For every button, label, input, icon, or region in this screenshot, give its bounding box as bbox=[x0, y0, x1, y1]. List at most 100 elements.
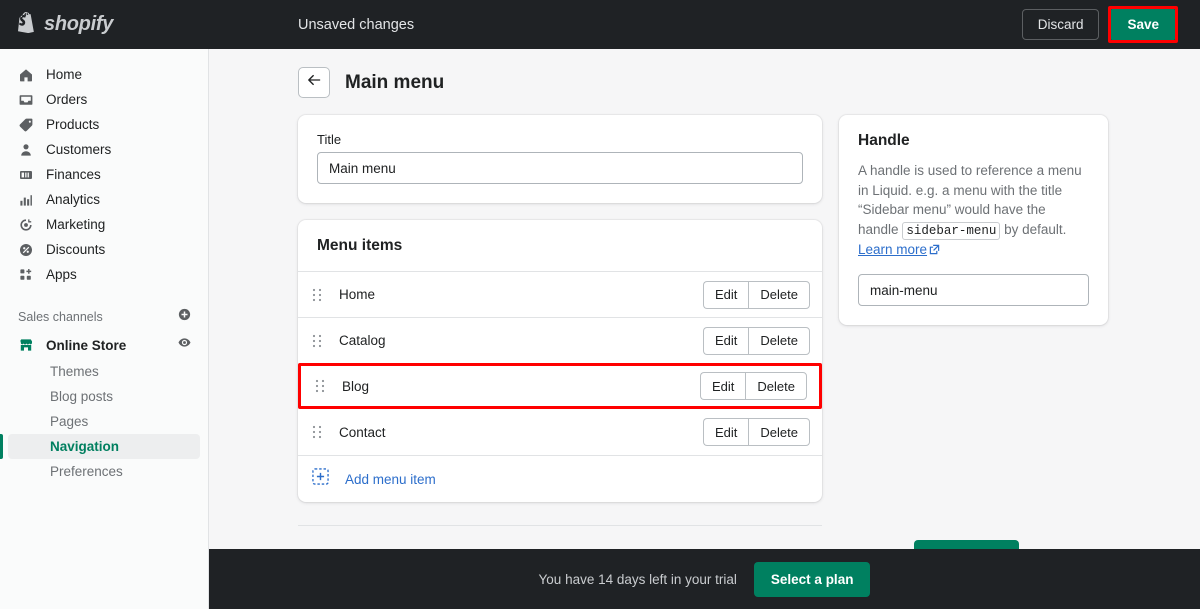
sidebar-item-apps[interactable]: Apps bbox=[8, 262, 200, 287]
save-button[interactable]: Save bbox=[1111, 9, 1175, 40]
shopify-wordmark: shopify bbox=[44, 13, 113, 36]
sidebar-item-label: Home bbox=[46, 67, 82, 82]
menu-items-title: Menu items bbox=[317, 237, 803, 255]
drag-handle-icon[interactable] bbox=[312, 288, 322, 302]
sidebar-item-label: Preferences bbox=[50, 464, 123, 479]
sidebar-item-marketing[interactable]: Marketing bbox=[8, 212, 200, 237]
learn-more-link[interactable]: Learn more bbox=[858, 242, 927, 257]
drag-handle-icon[interactable] bbox=[312, 425, 322, 439]
delete-button[interactable]: Delete bbox=[748, 327, 810, 355]
shopify-admin-window: shopify Unsaved changes Discard Save Hom… bbox=[0, 0, 1200, 609]
table-row: Contact Edit Delete bbox=[298, 409, 822, 455]
handle-input[interactable] bbox=[858, 274, 1089, 306]
sidebar-item-online-store[interactable]: Online Store bbox=[0, 331, 208, 359]
sidebar-sub-nav: Themes Blog posts Pages Navigation Prefe… bbox=[0, 359, 208, 484]
table-row: Home Edit Delete bbox=[298, 271, 822, 317]
sidebar-item-label: Customers bbox=[46, 142, 111, 157]
menu-item-name: Contact bbox=[339, 425, 386, 440]
plus-circle-icon[interactable] bbox=[177, 307, 192, 327]
sidebar-item-label: Blog posts bbox=[50, 389, 113, 404]
drag-handle-icon[interactable] bbox=[315, 379, 325, 393]
save-menu-button[interactable]: Save menu bbox=[914, 540, 1019, 549]
sidebar-item-label: Products bbox=[46, 117, 99, 132]
shopify-logo[interactable]: shopify bbox=[0, 0, 209, 49]
drag-handle-icon[interactable] bbox=[312, 334, 322, 348]
sidebar-item-pages[interactable]: Pages bbox=[8, 409, 200, 434]
handle-description: A handle is used to reference a menu in … bbox=[858, 161, 1089, 260]
shopify-bag-icon bbox=[18, 12, 37, 38]
page-title: Main menu bbox=[345, 72, 444, 94]
sidebar-item-orders[interactable]: Orders bbox=[8, 87, 200, 112]
trial-status-text: You have 14 days left in your trial bbox=[539, 572, 737, 587]
sidebar-item-label: Pages bbox=[50, 414, 88, 429]
sidebar-item-label: Apps bbox=[46, 267, 77, 282]
delete-button[interactable]: Delete bbox=[748, 281, 810, 309]
row-actions: Edit Delete bbox=[703, 281, 810, 309]
save-button-highlight: Save bbox=[1108, 6, 1178, 43]
sidebar-item-label: Marketing bbox=[46, 217, 105, 232]
menu-item-name: Blog bbox=[342, 379, 369, 394]
edit-button[interactable]: Edit bbox=[703, 281, 748, 309]
sidebar-item-label: Analytics bbox=[46, 192, 100, 207]
discount-percent-icon bbox=[18, 242, 34, 258]
sidebar-item-customers[interactable]: Customers bbox=[8, 137, 200, 162]
sidebar-item-preferences[interactable]: Preferences bbox=[8, 459, 200, 484]
page-header: Main menu bbox=[209, 49, 1200, 98]
sidebar-item-analytics[interactable]: Analytics bbox=[8, 187, 200, 212]
row-actions: Edit Delete bbox=[700, 372, 807, 400]
eye-icon[interactable] bbox=[177, 335, 192, 355]
sidebar-item-navigation[interactable]: Navigation bbox=[8, 434, 200, 459]
select-plan-button[interactable]: Select a plan bbox=[754, 562, 871, 597]
orders-inbox-icon bbox=[18, 92, 34, 108]
handle-description-part2: by default. bbox=[1004, 222, 1066, 237]
content-columns: Title Menu items Home bbox=[209, 98, 1200, 526]
sidebar-item-blog-posts[interactable]: Blog posts bbox=[8, 384, 200, 409]
arrow-left-icon bbox=[306, 72, 322, 93]
sidebar: Home Orders Products Customers bbox=[0, 49, 209, 609]
back-button[interactable] bbox=[298, 67, 330, 98]
sidebar-item-themes[interactable]: Themes bbox=[8, 359, 200, 384]
home-icon bbox=[18, 67, 34, 83]
handle-card: Handle A handle is used to reference a m… bbox=[839, 115, 1108, 325]
right-column: Handle A handle is used to reference a m… bbox=[839, 115, 1108, 526]
title-card: Title bbox=[298, 115, 822, 203]
menu-item-name: Home bbox=[339, 287, 375, 302]
discard-button[interactable]: Discard bbox=[1022, 9, 1100, 40]
title-field-label: Title bbox=[317, 132, 803, 147]
sidebar-item-label: Navigation bbox=[50, 439, 119, 454]
menu-items-title-row: Menu items bbox=[298, 220, 822, 271]
sidebar-item-label: Orders bbox=[46, 92, 87, 107]
sidebar-item-home[interactable]: Home bbox=[8, 62, 200, 87]
sidebar-item-label: Themes bbox=[50, 364, 99, 379]
menu-item-name: Catalog bbox=[339, 333, 386, 348]
add-menu-item-row[interactable]: Add menu item bbox=[298, 455, 822, 502]
customer-person-icon bbox=[18, 142, 34, 158]
row-actions: Edit Delete bbox=[703, 418, 810, 446]
delete-button[interactable]: Delete bbox=[748, 418, 810, 446]
sidebar-item-label: Online Store bbox=[46, 338, 126, 353]
analytics-bars-icon bbox=[18, 192, 34, 208]
title-input[interactable] bbox=[317, 152, 803, 184]
left-column: Title Menu items Home bbox=[298, 115, 822, 526]
title-card-body: Title bbox=[298, 115, 822, 203]
handle-card-title: Handle bbox=[858, 132, 1089, 150]
top-bar-actions: Discard Save bbox=[1022, 6, 1200, 43]
product-tag-icon bbox=[18, 117, 34, 133]
edit-button[interactable]: Edit bbox=[703, 418, 748, 446]
trial-bar-sidebar-filler bbox=[0, 549, 209, 609]
sidebar-item-products[interactable]: Products bbox=[8, 112, 200, 137]
top-bar: shopify Unsaved changes Discard Save bbox=[0, 0, 1200, 49]
table-row: Catalog Edit Delete bbox=[298, 317, 822, 363]
trial-bar: You have 14 days left in your trial Sele… bbox=[209, 549, 1200, 609]
sidebar-item-label: Finances bbox=[46, 167, 101, 182]
sidebar-item-discounts[interactable]: Discounts bbox=[8, 237, 200, 262]
sidebar-item-finances[interactable]: Finances bbox=[8, 162, 200, 187]
edit-button[interactable]: Edit bbox=[700, 372, 745, 400]
sales-channels-header: Sales channels bbox=[0, 303, 208, 331]
row-actions: Edit Delete bbox=[703, 327, 810, 355]
edit-button[interactable]: Edit bbox=[703, 327, 748, 355]
sidebar-primary-nav: Home Orders Products Customers bbox=[0, 49, 208, 287]
apps-grid-plus-icon bbox=[18, 267, 34, 283]
delete-button[interactable]: Delete bbox=[745, 372, 807, 400]
menu-items-card: Menu items Home Edit Delete bbox=[298, 220, 822, 502]
